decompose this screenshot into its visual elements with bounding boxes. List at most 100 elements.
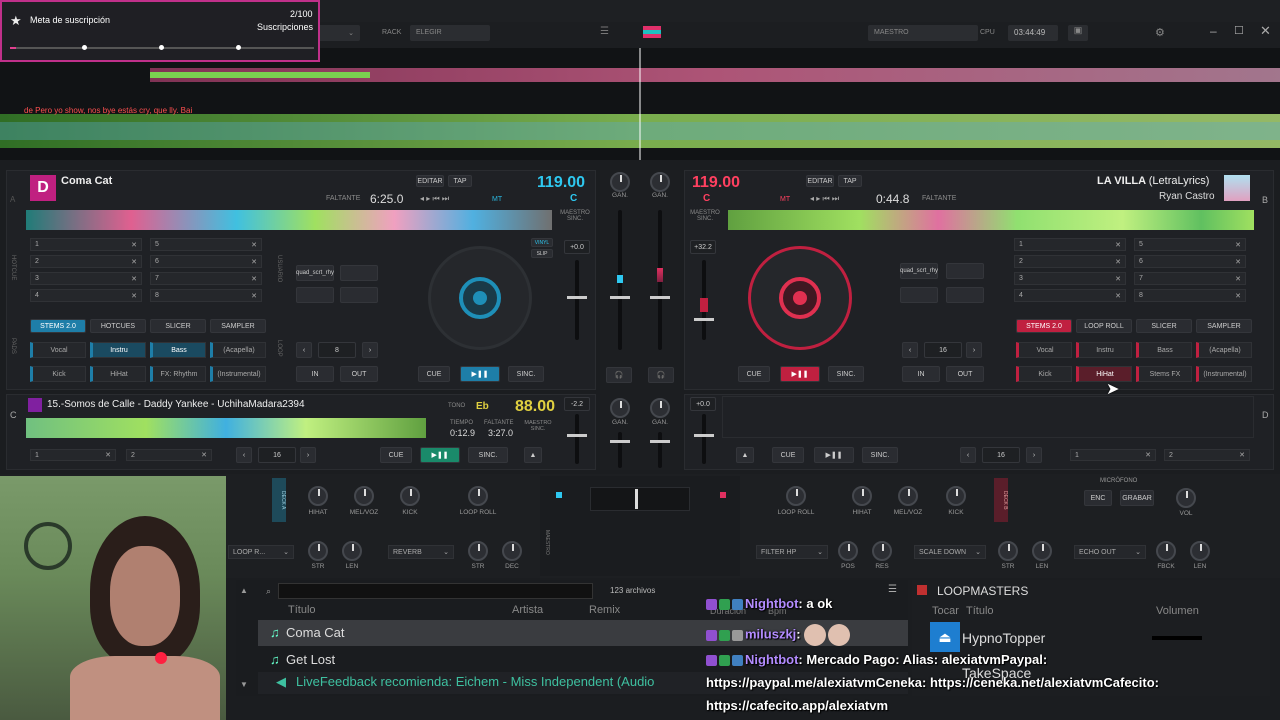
deck-b-loop-size[interactable]: 16 [924, 342, 962, 358]
fx-knob[interactable] [308, 541, 328, 561]
deck-a-user-slot-3[interactable] [296, 287, 334, 303]
deck-a-waveform[interactable] [26, 210, 552, 230]
browser-menu-icon[interactable]: ☰ [888, 584, 897, 595]
deck-b-cue-button[interactable]: CUE [738, 366, 770, 382]
deck-c-master-sync[interactable]: MAESTRO SINC. [520, 420, 556, 432]
stem-pad[interactable]: HiHat [90, 366, 146, 382]
volume-fader-b[interactable] [650, 296, 670, 299]
deck-b-tab-loop-roll[interactable]: LOOP ROLL [1076, 319, 1132, 333]
fx-knob[interactable] [1190, 541, 1210, 561]
deck-d-loop-next[interactable]: › [1026, 447, 1042, 463]
master-label[interactable]: MAESTRO [868, 25, 978, 41]
crossfader[interactable] [635, 489, 638, 509]
scroll-up-icon[interactable]: ▲ [240, 586, 248, 595]
mic-enc-button[interactable]: ENC [1084, 490, 1112, 506]
deck-b-tab-slicer[interactable]: SLICER [1136, 319, 1192, 333]
hotcue-slot[interactable]: 2 ✕ [30, 255, 142, 268]
fx-select[interactable]: ECHO OUT ⌄ [1074, 545, 1146, 559]
stem-pad[interactable]: Instru [90, 342, 146, 358]
deck-c-cue-button[interactable]: CUE [380, 447, 412, 463]
fx-knob[interactable] [1156, 541, 1176, 561]
deck-b-master-sync[interactable]: MAESTRO SINC. [688, 210, 722, 222]
hotcue-slot[interactable]: 4 ✕ [30, 289, 142, 302]
hotcue-slot[interactable]: 6 ✕ [1134, 255, 1246, 268]
hotcue-slot[interactable]: 8 ✕ [150, 289, 262, 302]
deck-b-user-slot[interactable]: quad_scrt_rhy [900, 263, 938, 279]
deck-a-cue-button[interactable]: CUE [418, 366, 450, 382]
deck-a-user-slot-4[interactable] [340, 287, 378, 303]
deck-a-in-button[interactable]: IN [296, 366, 334, 382]
deck-d-pitch-fader[interactable] [694, 434, 714, 437]
browser-row-title[interactable]: Coma Cat [286, 625, 345, 640]
hotcue-slot[interactable]: 3 ✕ [1014, 272, 1126, 285]
volume-fader-c[interactable] [610, 440, 630, 443]
fx-select[interactable]: FILTER HP ⌄ [756, 545, 828, 559]
main-waveform[interactable]: de Pero yo show, nos bye estás cry, que … [0, 48, 1280, 160]
col-title[interactable]: Título [288, 604, 316, 616]
deck-a-master-sync[interactable]: MAESTRO SINC. [558, 210, 592, 222]
deck-b-pitch-fader[interactable] [694, 318, 714, 321]
close-icon[interactable]: ✕ [1260, 23, 1271, 39]
deck-d-loop-prev[interactable]: ‹ [960, 447, 976, 463]
deck-c-loop-size[interactable]: 16 [258, 447, 296, 463]
fx-knob[interactable] [468, 541, 488, 561]
maximize-icon[interactable]: ☐ [1234, 24, 1244, 37]
deck-b-loop-prev[interactable]: ‹ [902, 342, 918, 358]
layout-icon[interactable] [643, 26, 661, 38]
deck-a-slip[interactable]: SLIP [531, 249, 553, 258]
headphone-cue-a[interactable]: 🎧 [606, 367, 632, 383]
hotcue-slot[interactable]: 7 ✕ [150, 272, 262, 285]
deck-a-sync-button[interactable]: SINC. [508, 366, 544, 382]
stem-pad[interactable]: (Instrumental) [1196, 366, 1252, 382]
deck-a-user-slot-2[interactable] [340, 265, 378, 281]
fx-knob[interactable] [1032, 541, 1052, 561]
stem-pad[interactable]: Vocal [1016, 342, 1072, 358]
deck-b-transport-icons[interactable]: ◂ ▸ ⏮ ⏭ [810, 194, 839, 204]
hotcue-slot[interactable]: 4 ✕ [1014, 289, 1126, 302]
fx-knob[interactable] [898, 486, 918, 506]
preset-select[interactable]: ⌄ [318, 25, 360, 41]
scroll-down-icon[interactable]: ▼ [240, 680, 248, 689]
fx-knob[interactable] [502, 541, 522, 561]
deck-a-loop-prev[interactable]: ‹ [296, 342, 312, 358]
hotcue-slot[interactable]: 6 ✕ [150, 255, 262, 268]
fx-knob[interactable] [998, 541, 1018, 561]
deck-b-user-slot-3[interactable] [900, 287, 938, 303]
deck-c-row[interactable]: 2 ✕ [126, 449, 212, 461]
deck-c-row[interactable]: 1 ✕ [30, 449, 116, 461]
deck-b-waveform[interactable] [728, 210, 1254, 230]
hotcue-slot[interactable]: 7 ✕ [1134, 272, 1246, 285]
gain-knob-d[interactable] [650, 398, 670, 418]
stem-pad[interactable]: Vocal [30, 342, 86, 358]
hotcue-slot[interactable]: 5 ✕ [1134, 238, 1246, 251]
deck-c-loop-prev[interactable]: ‹ [236, 447, 252, 463]
deck-a-tab-sampler[interactable]: SAMPLER [210, 319, 266, 333]
deck-b-tap-button[interactable]: TAP [838, 175, 862, 187]
deck-b-tab-stems[interactable]: STEMS 2.0 [1016, 319, 1072, 333]
deck-c-sync-button[interactable]: SINC. [468, 447, 508, 463]
fx-knob[interactable] [468, 486, 488, 506]
fx-knob[interactable] [852, 486, 872, 506]
stem-pad[interactable]: FX: Rhythm [150, 366, 206, 382]
deck-a-mt[interactable]: MT [492, 196, 502, 203]
deck-b-user-slot-4[interactable] [946, 287, 984, 303]
gain-knob-c[interactable] [610, 398, 630, 418]
hotcue-slot[interactable]: 1 ✕ [1014, 238, 1126, 251]
stem-pad[interactable]: Stems FX [1136, 366, 1192, 382]
deck-b-sync-button[interactable]: SINC. [828, 366, 864, 382]
fx-knob[interactable] [342, 541, 362, 561]
minimize-icon[interactable]: – [1210, 24, 1217, 38]
fx-knob[interactable] [308, 486, 328, 506]
stem-pad[interactable]: (Acapella) [1196, 342, 1252, 358]
stem-pad[interactable]: Instru [1076, 342, 1132, 358]
stem-pad[interactable]: Kick [30, 366, 86, 382]
deck-d-empty-waveform[interactable] [722, 396, 1254, 438]
hotcue-slot[interactable]: 3 ✕ [30, 272, 142, 285]
deck-a-loop-next[interactable]: › [362, 342, 378, 358]
deck-d-play-button[interactable]: ▶❚❚ [814, 447, 854, 463]
deck-a-vinyl[interactable]: VINYL [531, 238, 553, 247]
fx-knob[interactable] [354, 486, 374, 506]
deck-d-row[interactable]: 2 ✕ [1164, 449, 1250, 461]
deck-a-out-button[interactable]: OUT [340, 366, 378, 382]
deck-b-out-button[interactable]: OUT [946, 366, 984, 382]
